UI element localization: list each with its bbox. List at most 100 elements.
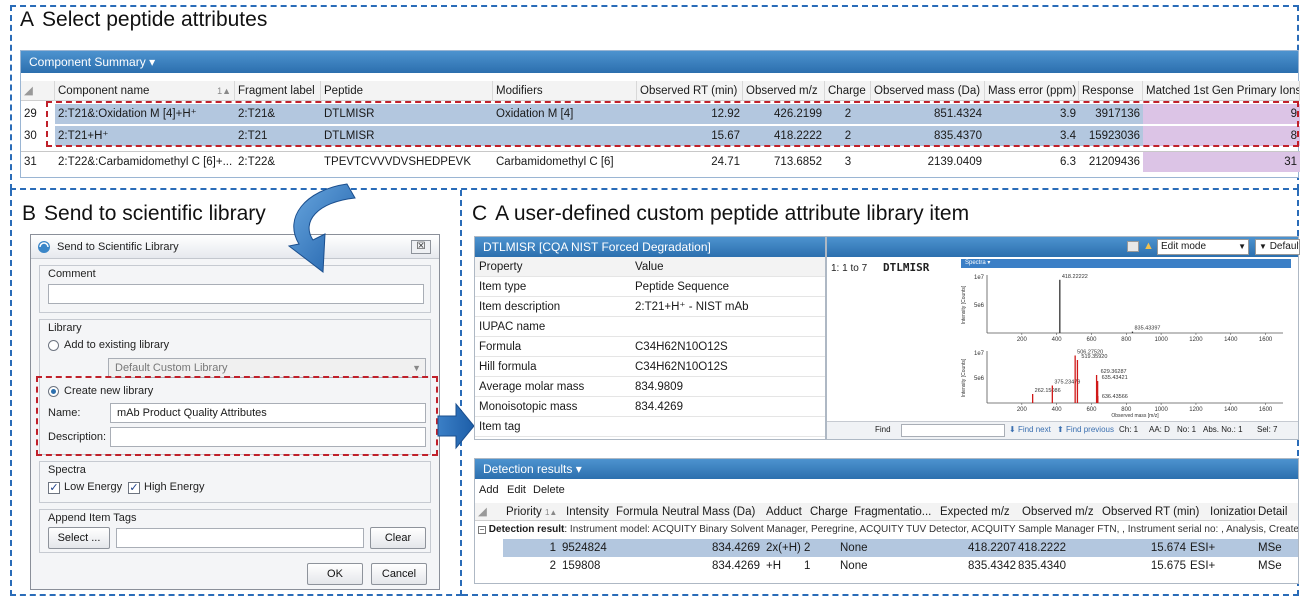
- find-label: Find: [875, 425, 891, 434]
- panel-c-title: C A user-defined custom peptide attribute…: [472, 202, 969, 226]
- default-select[interactable]: ▼ Default co: [1255, 239, 1300, 255]
- tags-input[interactable]: [116, 528, 364, 548]
- col-formula[interactable]: Formula: [613, 503, 659, 521]
- existing-library-select[interactable]: Default Custom Library ▼: [108, 358, 426, 378]
- x-tick-label: 1600: [1259, 407, 1273, 413]
- col-fragmentation[interactable]: Fragmentatio...: [851, 503, 937, 521]
- x-tick-label: 1000: [1154, 337, 1168, 343]
- property-row[interactable]: Average molar mass 834.9809: [475, 377, 825, 397]
- y-tick-label: 1e7: [974, 351, 985, 357]
- peak-label: 519.35920: [1081, 354, 1107, 360]
- col-intensity[interactable]: Intensity: [563, 503, 613, 521]
- table-row[interactable]: 2 159808 834.4269 +H 1 None 835.4342 835…: [475, 557, 1298, 575]
- col-detail[interactable]: Detail: [1255, 503, 1298, 521]
- x-tick-label: 200: [1017, 337, 1028, 343]
- chevron-down-icon: ▾: [575, 462, 582, 476]
- detection-group-row[interactable]: − Detection result: Instrument model: AC…: [475, 521, 1299, 539]
- col-observed-mass[interactable]: Observed mass (Da): [871, 81, 985, 101]
- col-modifiers[interactable]: Modifiers: [493, 81, 637, 101]
- comment-input[interactable]: [48, 284, 424, 304]
- mode-select[interactable]: Edit mode ▼: [1157, 239, 1249, 255]
- status-no: No: 1: [1177, 425, 1197, 434]
- col-expected-mz[interactable]: Expected m/z: [937, 503, 1019, 521]
- x-tick-label: 1200: [1189, 337, 1203, 343]
- property-row[interactable]: Formula C34H62N10O12S: [475, 337, 825, 357]
- col-peptide[interactable]: Peptide: [321, 81, 493, 101]
- property-row[interactable]: Monoisotopic mass 834.4269: [475, 397, 825, 417]
- property-row[interactable]: Item description 2:T21+H⁺ - NIST mAb: [475, 297, 825, 317]
- col-mass-error[interactable]: Mass error (ppm): [985, 81, 1079, 101]
- detection-group-text: Instrument model: ACQUITY Binary Solvent…: [569, 524, 1299, 535]
- chevron-down-icon: ▼: [412, 363, 421, 373]
- col-priority[interactable]: Priority 1▲: [503, 503, 563, 521]
- property-row[interactable]: Hill formula C34H62N10O12S: [475, 357, 825, 377]
- spectra-tab[interactable]: Spectra ▾: [961, 259, 1291, 268]
- dialog-titlebar: Send to Scientific Library ☒: [31, 235, 439, 259]
- row-num-header: ◢: [21, 81, 55, 101]
- col-neutral-mass[interactable]: Neutral Mass (Da): [659, 503, 763, 521]
- property-row[interactable]: Item tag: [475, 417, 825, 437]
- low-energy-checkbox[interactable]: ✓: [48, 482, 60, 494]
- col-observed-mz[interactable]: Observed m/z: [1019, 503, 1099, 521]
- cell-peptide: TPEVTCVVVDVSHEDPEVK: [324, 156, 471, 168]
- edit-menu-item[interactable]: Edit: [507, 481, 526, 499]
- select-tags-button[interactable]: Select ...: [48, 527, 110, 549]
- status-channel: Ch: 1: [1119, 425, 1139, 434]
- col-matched-ions[interactable]: Matched 1st Gen Primary Ions: [1143, 81, 1300, 101]
- col-adduct[interactable]: Adduct: [763, 503, 807, 521]
- col-observed-mz[interactable]: Observed m/z: [743, 81, 825, 101]
- ok-button[interactable]: OK: [307, 563, 363, 585]
- component-summary-header[interactable]: Component Summary ▾: [21, 51, 1298, 73]
- row-number: 31: [24, 156, 37, 168]
- cell-mass-error: 6.3: [1060, 156, 1076, 168]
- delete-menu-item[interactable]: Delete: [533, 481, 565, 499]
- x-tick-label: 600: [1086, 337, 1097, 343]
- panel-a-title-text: Select peptide attributes: [42, 8, 268, 31]
- find-next-button[interactable]: ⬇ Find next: [1009, 422, 1051, 438]
- clear-button[interactable]: Clear: [370, 527, 426, 549]
- library-item-properties: DTLMISR [CQA NIST Forced Degradation] Pr…: [474, 236, 826, 440]
- panel-b-letter: B: [22, 202, 37, 225]
- panel-c-title-text: A user-defined custom peptide attribute …: [495, 202, 970, 225]
- edit-icon[interactable]: ▲: [1143, 240, 1154, 252]
- table-row[interactable]: 31 2:T22&:Carbamidomethyl C [6]+... 2:T2…: [21, 151, 1300, 172]
- append-tags-label: Append Item Tags: [48, 512, 137, 524]
- settings-icon[interactable]: [1127, 241, 1139, 252]
- sequence-text: DTLMISR: [883, 261, 930, 274]
- chevron-down-icon: ▼: [1238, 242, 1246, 251]
- x-tick-label: 400: [1052, 407, 1063, 413]
- panel-a-title: A Select peptide attributes: [20, 8, 267, 32]
- grid-header-row: ◢ Component name 1▲ Fragment label Peptid…: [21, 81, 1300, 101]
- col-charge[interactable]: Charge: [825, 81, 871, 101]
- y-tick-label: 5e6: [974, 376, 985, 382]
- cancel-button[interactable]: Cancel: [371, 563, 427, 585]
- cell-modifiers: Carbamidomethyl C [6]: [496, 156, 614, 168]
- find-previous-button[interactable]: ⬆ Find previous: [1057, 422, 1114, 438]
- find-bar: Find ⬇ Find next ⬆ Find previous Ch: 1 A…: [827, 421, 1298, 439]
- add-existing-radio[interactable]: [48, 340, 59, 351]
- detection-results-header[interactable]: Detection results ▾: [475, 459, 1298, 479]
- col-observed-rt[interactable]: Observed RT (min): [637, 81, 743, 101]
- cell-charge: 3: [844, 156, 852, 168]
- cell-observed-rt: 24.71: [711, 156, 740, 168]
- chevron-down-icon: ▾: [149, 55, 156, 69]
- col-observed-rt[interactable]: Observed RT (min): [1099, 503, 1207, 521]
- col-fragment-label[interactable]: Fragment label: [235, 81, 321, 101]
- property-row[interactable]: Item type Peptide Sequence: [475, 277, 825, 297]
- panel-a-letter: A: [20, 8, 35, 31]
- high-energy-checkbox[interactable]: ✓: [128, 482, 140, 494]
- add-menu-item[interactable]: Add: [479, 481, 499, 499]
- property-row[interactable]: IUPAC name: [475, 317, 825, 337]
- peak-label: 635.43421: [1102, 375, 1128, 381]
- col-charge[interactable]: Charge: [807, 503, 851, 521]
- table-row[interactable]: 1 9524824 834.4269 2x(+H) 2 None 418.220…: [475, 539, 1298, 557]
- x-tick-label: 1400: [1224, 407, 1238, 413]
- close-icon[interactable]: ☒: [411, 240, 431, 254]
- col-component-name[interactable]: Component name 1▲: [55, 81, 235, 101]
- viewer-toolbar: ▲ Edit mode▼ ▼ Default co: [827, 237, 1300, 257]
- col-response[interactable]: Response: [1079, 81, 1143, 101]
- peak-label: 636.43566: [1102, 394, 1128, 400]
- find-input[interactable]: [901, 424, 1005, 437]
- collapse-icon[interactable]: −: [478, 526, 486, 534]
- detection-grid: ◢ Priority 1▲ Intensity Formula Neutral …: [475, 503, 1299, 583]
